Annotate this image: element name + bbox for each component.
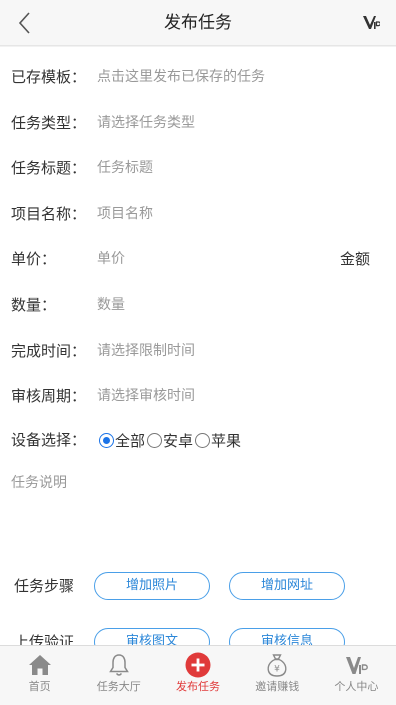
device-radio-all-label: 全部 [115,431,146,450]
task-title-input[interactable]: 任务标题 [97,145,327,191]
tab-publish-task[interactable]: 发布任务 [158,646,237,705]
unit-price-label: 单价： [11,250,57,268]
radio-unchecked-icon[interactable] [147,432,163,448]
device-select-label: 设备选择： [11,431,87,449]
quantity-label: 数量： [11,296,57,314]
tab-home-label: 首页 [28,680,51,693]
project-name-row: 项目名称： 项目名称 [0,191,396,237]
upload-verify-row: 上传验证 审核图文 审核信息 [0,622,396,645]
home-icon [28,655,51,675]
task-title-label: 任务标题： [11,159,87,177]
money-bag-icon: ¥ [267,654,287,677]
device-radio-android-label: 安卓 [163,431,194,450]
review-period-picker[interactable]: 请选择审核时间 [97,373,327,419]
radio-checked-icon[interactable] [99,432,114,448]
review-period-row[interactable]: 审核周期： 请选择审核时间 [0,373,396,419]
tab-publish-task-label: 发布任务 [176,680,220,693]
device-select-row: 设备选择： 全部 安卓 苹果 [0,417,396,463]
task-type-select[interactable]: 请选择任务类型 [97,100,327,146]
review-image-text-button[interactable]: 审核图文 [94,628,210,645]
top-nav-bar: 发布任务 [0,0,396,46]
saved-template-label: 已存模板： [11,68,87,86]
project-name-label: 项目名称： [11,205,87,223]
amount-label: 金额 [339,250,370,268]
tab-profile-label: 个人中心 [334,680,379,693]
quantity-input[interactable]: 数量 [97,282,327,328]
plus-circle-icon [185,652,211,678]
finish-time-label: 完成时间： [11,342,87,360]
tab-task-hall[interactable]: 任务大厅 [79,646,158,705]
add-photo-button[interactable]: 增加照片 [94,572,210,600]
device-radio-group: 全部 安卓 苹果 [99,417,243,463]
device-radio-ios-label: 苹果 [211,431,242,450]
review-info-button[interactable]: 审核信息 [229,628,345,645]
device-radio-all[interactable]: 全部 [99,430,145,451]
page-title: 发布任务 [164,13,232,33]
tab-profile[interactable]: 个人中心 [317,646,396,705]
vip-button[interactable] [362,13,381,31]
tab-home[interactable]: 首页 [0,646,79,705]
vip-icon [363,16,381,29]
project-name-input[interactable]: 项目名称 [97,191,327,237]
saved-template-picker[interactable]: 点击这里发布已保存的任务 [97,54,327,100]
task-description-textarea[interactable] [11,472,381,562]
upload-verify-label: 上传验证 [14,633,75,645]
device-radio-ios[interactable]: 苹果 [195,430,241,451]
task-form: 已存模板： 点击这里发布已保存的任务 任务类型： 请选择任务类型 任务标题： 任… [0,47,396,645]
finish-time-row[interactable]: 完成时间： 请选择限制时间 [0,328,396,374]
tab-invite-earn[interactable]: ¥ 邀请赚钱 [238,646,317,705]
svg-text:¥: ¥ [274,665,280,675]
bottom-tab-bar: 首页 任务大厅 发布任务 ¥ 邀请赚钱 个人中心 [0,645,396,705]
task-steps-row: 任务步骤 增加照片 增加网址 [0,566,396,606]
add-url-button[interactable]: 增加网址 [229,572,345,600]
task-type-label: 任务类型： [11,114,87,132]
unit-price-row: 单价： 单价 金额 [0,236,396,282]
radio-unchecked-icon[interactable] [195,432,211,448]
task-title-row: 任务标题： 任务标题 [0,145,396,191]
review-period-label: 审核周期： [11,387,87,405]
bell-icon [108,654,129,676]
task-steps-label: 任务步骤 [14,577,75,595]
quantity-row: 数量： 数量 [0,282,396,328]
device-radio-android[interactable]: 安卓 [147,430,193,451]
finish-time-picker[interactable]: 请选择限制时间 [97,328,327,374]
saved-template-row[interactable]: 已存模板： 点击这里发布已保存的任务 [0,54,396,100]
unit-price-input[interactable]: 单价 [97,236,327,282]
tab-invite-earn-label: 邀请赚钱 [255,680,300,693]
vip-icon [346,657,369,674]
tab-task-hall-label: 任务大厅 [96,680,141,693]
task-type-row[interactable]: 任务类型： 请选择任务类型 [0,100,396,146]
